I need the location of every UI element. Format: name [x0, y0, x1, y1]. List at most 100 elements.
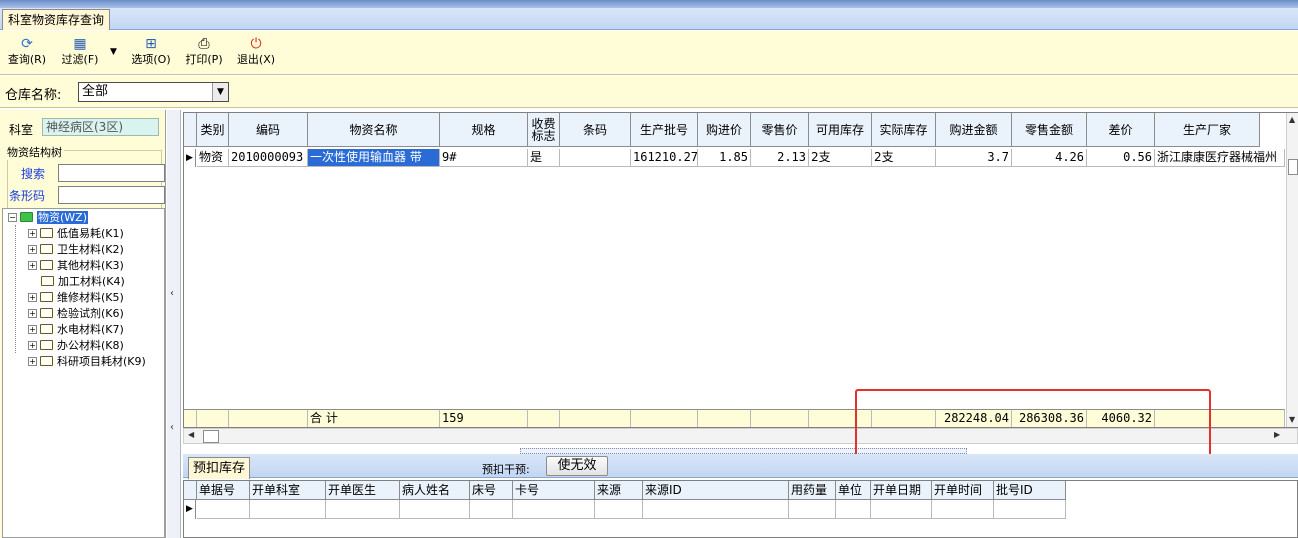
bcol-header-date[interactable]: 开单日期 [871, 481, 932, 500]
bcol-header-dept[interactable]: 开单科室 [250, 481, 326, 500]
cell-spec[interactable]: 9# [440, 149, 528, 167]
bcell-batch-id[interactable] [994, 500, 1066, 519]
collapse-icon[interactable]: − [8, 213, 17, 222]
cell-code[interactable]: 2010000093 [229, 149, 308, 167]
col-header-spec[interactable]: 规格 [440, 113, 528, 147]
col-header-category[interactable]: 类别 [197, 113, 229, 147]
tree-node-k5[interactable]: + 维修材料(K5) [28, 290, 124, 306]
barcode-input[interactable] [58, 186, 165, 204]
expand-icon[interactable]: + [28, 245, 37, 254]
scroll-down-icon[interactable]: ▼ [1289, 415, 1295, 424]
bcol-header-batch-id[interactable]: 批号ID [994, 481, 1066, 500]
col-header-retail-amount[interactable]: 零售金额 [1012, 113, 1087, 147]
cell-manufacturer[interactable]: 浙江康康医疗器械福州 [1155, 149, 1285, 167]
scroll-right-icon[interactable]: ▶ [1274, 430, 1280, 439]
cell-category[interactable]: 物资 [197, 149, 229, 167]
cell-barcode[interactable] [560, 149, 631, 167]
chevron-left-icon[interactable]: ‹ [170, 422, 174, 433]
expand-icon[interactable]: + [28, 229, 37, 238]
bcol-header-source-id[interactable]: 来源ID [643, 481, 789, 500]
print-button[interactable]: ⎙ 打印(P) [181, 35, 227, 73]
bcol-header-time[interactable]: 开单时间 [932, 481, 994, 500]
warehouse-select[interactable]: 全部 ▼ [78, 82, 229, 102]
cell-retail-price[interactable]: 2.13 [751, 149, 809, 167]
tree-node-k6[interactable]: + 检验试剂(K6) [28, 306, 124, 322]
bcol-header-unit[interactable]: 单位 [836, 481, 871, 500]
scroll-left-icon[interactable]: ◀ [188, 430, 194, 439]
panel-splitter[interactable]: ‹ ‹ [167, 110, 181, 538]
bcol-header-dosage[interactable]: 用药量 [789, 481, 836, 500]
chevron-left-icon[interactable]: ‹ [170, 288, 174, 299]
bcell-date[interactable] [871, 500, 932, 519]
col-header-purchase-price[interactable]: 购进价 [698, 113, 751, 147]
expand-icon[interactable]: + [28, 309, 37, 318]
cell-charge-flag[interactable]: 是 [528, 149, 560, 167]
tree-node-k9[interactable]: + 科研项目耗材(K9) [28, 354, 146, 370]
expand-icon[interactable]: + [28, 293, 37, 302]
expand-icon[interactable]: + [28, 325, 37, 334]
tree-node-k8[interactable]: + 办公材料(K8) [28, 338, 124, 354]
scroll-up-icon[interactable]: ▲ [1289, 115, 1295, 124]
col-header-batch[interactable]: 生产批号 [631, 113, 698, 147]
tree-node-k3[interactable]: + 其他材料(K3) [28, 258, 124, 274]
expand-icon[interactable]: + [28, 261, 37, 270]
bcell-card[interactable] [513, 500, 595, 519]
filter-dropdown-icon[interactable]: ▼ [110, 47, 117, 57]
col-header-actual-stock[interactable]: 实际库存 [872, 113, 936, 147]
cell-difference[interactable]: 0.56 [1087, 149, 1155, 167]
expand-icon[interactable]: + [28, 357, 37, 366]
bcell-source[interactable] [595, 500, 643, 519]
bcell-doc-no[interactable] [197, 500, 250, 519]
exit-button[interactable]: ⏻ 退出(X) [233, 35, 279, 73]
expand-icon[interactable]: + [28, 341, 37, 350]
bcol-header-doc-no[interactable]: 单据号 [197, 481, 250, 500]
chevron-down-icon[interactable]: ▼ [212, 83, 228, 101]
col-header-code[interactable]: 编码 [229, 113, 308, 147]
col-header-barcode[interactable]: 条码 [560, 113, 631, 147]
col-header-purchase-amount[interactable]: 购进金额 [936, 113, 1012, 147]
bcell-bed[interactable] [470, 500, 513, 519]
scroll-thumb[interactable] [1288, 159, 1298, 175]
bcell-source-id[interactable] [643, 500, 789, 519]
tab-dept-inventory[interactable]: 科室物资库存查询 [2, 9, 111, 30]
bcell-doctor[interactable] [326, 500, 400, 519]
cell-retail-amount[interactable]: 4.26 [1012, 149, 1087, 167]
col-header-difference[interactable]: 差价 [1087, 113, 1155, 147]
options-button[interactable]: ⊞ 选项(O) [128, 35, 174, 73]
cell-available-stock[interactable]: 2支 [809, 149, 872, 167]
grid-vertical-scrollbar[interactable]: ▲ ▼ [1286, 113, 1298, 427]
col-header-manufacturer[interactable]: 生产厂家 [1155, 113, 1260, 147]
tab-withheld-stock[interactable]: 预扣库存 [188, 457, 251, 479]
bcell-time[interactable] [932, 500, 994, 519]
tree-node-root[interactable]: − 物资(WZ) [8, 210, 88, 226]
tree-node-k4[interactable]: 加工材料(K4) [41, 274, 125, 290]
cell-name[interactable]: 一次性使用输血器 带 [308, 149, 440, 167]
bcol-header-doctor[interactable]: 开单医生 [326, 481, 400, 500]
bcell-patient[interactable] [400, 500, 470, 519]
query-button[interactable]: ⟳ 查询(R) [4, 35, 50, 73]
col-header-charge-flag[interactable]: 收费标志 [528, 113, 560, 147]
cell-purchase-price[interactable]: 1.85 [698, 149, 751, 167]
bcol-header-bed[interactable]: 床号 [470, 481, 513, 500]
bcol-header-source[interactable]: 来源 [595, 481, 643, 500]
dept-field[interactable]: 神经病区(3区) [42, 118, 159, 136]
cell-purchase-amount[interactable]: 3.7 [936, 149, 1012, 167]
col-header-retail-price[interactable]: 零售价 [751, 113, 809, 147]
search-input[interactable] [58, 164, 165, 182]
cell-batch[interactable]: 161210.27 [631, 149, 698, 167]
bcell-dosage[interactable] [789, 500, 836, 519]
bcol-header-patient[interactable]: 病人姓名 [400, 481, 470, 500]
invalidate-button[interactable]: 使无效 [546, 456, 608, 476]
tree-node-k2[interactable]: + 卫生材料(K2) [28, 242, 124, 258]
bcell-unit[interactable] [836, 500, 871, 519]
bcol-header-card[interactable]: 卡号 [513, 481, 595, 500]
filter-button[interactable]: ▦ 过滤(F) [57, 35, 103, 73]
warehouse-label: 仓库名称: [5, 88, 62, 103]
bcell-dept[interactable] [250, 500, 326, 519]
scroll-thumb[interactable] [203, 430, 219, 443]
tree-node-k1[interactable]: + 低值易耗(K1) [28, 226, 124, 242]
col-header-name[interactable]: 物资名称 [308, 113, 440, 147]
tree-node-k7[interactable]: + 水电材料(K7) [28, 322, 124, 338]
col-header-available-stock[interactable]: 可用库存 [809, 113, 872, 147]
cell-actual-stock[interactable]: 2支 [872, 149, 936, 167]
